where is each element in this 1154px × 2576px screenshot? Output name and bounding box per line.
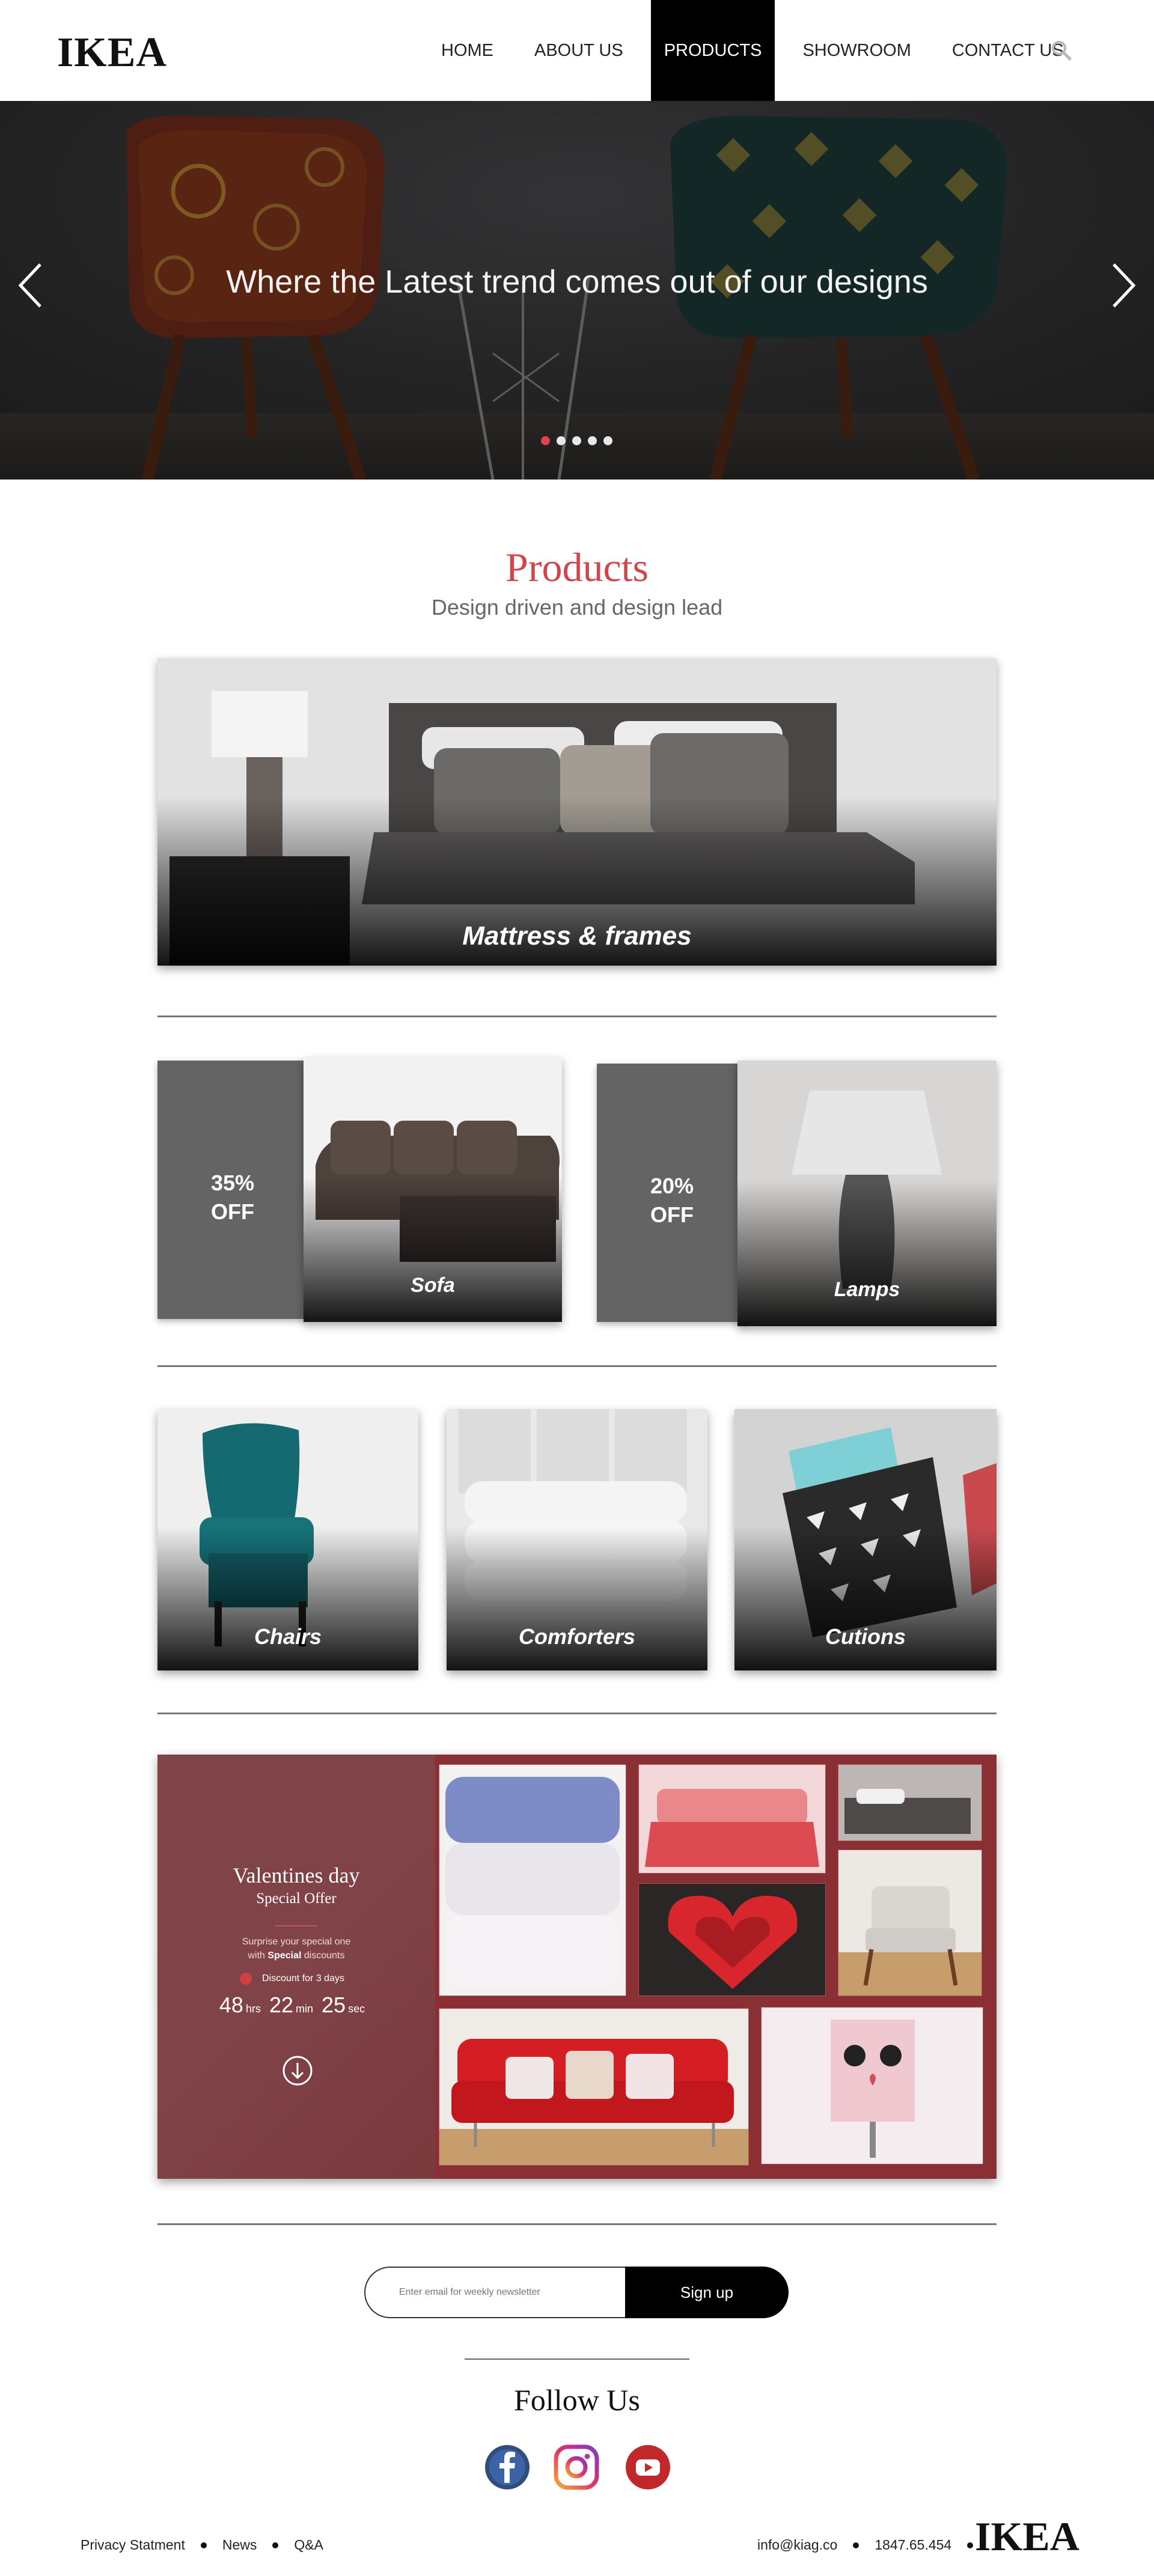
discount-off: OFF	[211, 1199, 254, 1224]
chevron-left-icon[interactable]	[13, 258, 49, 312]
slider-dot[interactable]	[603, 436, 612, 445]
bullet	[853, 2542, 859, 2548]
valentine-offer: Valentines day Special Offer Surprise yo…	[157, 1755, 997, 2179]
discount-note: Discount for 3 days	[262, 1973, 344, 1984]
offer-tile-bed[interactable]	[638, 1764, 826, 1874]
discount-dot-icon	[240, 1973, 252, 1985]
discount-box-lamps: 20% OFF	[597, 1064, 747, 1322]
countdown: 48 hrs 22 min 25 sec	[219, 1993, 365, 2017]
youtube-icon[interactable]	[625, 2444, 671, 2490]
logo[interactable]: IKEA	[57, 29, 167, 77]
divider	[275, 1925, 317, 1926]
valentine-text: with Special discounts	[248, 1950, 345, 1961]
slider-dot[interactable]	[557, 436, 566, 445]
nav-showroom[interactable]: SHOWROOM	[789, 0, 924, 101]
footer-links: Privacy Statment News Q&A	[81, 2537, 323, 2553]
arrow-down-circle-icon[interactable]	[282, 2055, 313, 2086]
offer-tile-comforters[interactable]	[439, 1764, 626, 1996]
mattress-image	[157, 658, 997, 966]
chevron-right-icon[interactable]	[1105, 258, 1141, 312]
card-label: Comforters	[518, 1624, 636, 1649]
slider-dot[interactable]	[588, 436, 597, 445]
facebook-icon[interactable]	[484, 2444, 530, 2490]
bullet	[200, 2542, 207, 2548]
footer-contact: info@kiag.co 1847.65.454	[757, 2537, 989, 2553]
footer-link-news[interactable]: News	[222, 2537, 257, 2553]
divider	[465, 2358, 689, 2360]
slider-dot[interactable]	[541, 436, 550, 445]
nav-home[interactable]: HOME	[428, 0, 507, 101]
hero-title: Where the Latest trend comes out of our …	[226, 264, 928, 300]
instagram-icon[interactable]	[554, 2444, 599, 2490]
site-header: IKEA HOME ABOUT US PRODUCTS SHOWROOM CON…	[0, 0, 1154, 101]
nav-about-us[interactable]: ABOUT US	[521, 0, 637, 101]
divider	[157, 2223, 997, 2225]
card-label: Mattress & frames	[462, 921, 692, 951]
offer-tile-armchair[interactable]	[838, 1850, 982, 1996]
card-label: Chairs	[254, 1624, 322, 1649]
footer-logo[interactable]: IKEA	[975, 2513, 1079, 2560]
footer-email[interactable]: info@kiag.co	[757, 2537, 837, 2553]
valentine-subtitle: Special Offer	[256, 1890, 337, 1907]
section-subtitle: Design driven and design lead	[431, 595, 723, 620]
footer-link-qa[interactable]: Q&A	[294, 2537, 323, 2553]
offer-tile-heart-shelf[interactable]	[638, 1883, 826, 1996]
footer-link-privacy[interactable]: Privacy Statment	[81, 2537, 185, 2553]
bullet	[967, 2542, 974, 2548]
valentine-title: Valentines day	[233, 1863, 360, 1887]
slider-dots	[541, 436, 612, 445]
main-nav: HOME ABOUT US PRODUCTS SHOWROOM CONTACT …	[421, 0, 1084, 101]
divider	[157, 1365, 997, 1367]
countdown-seconds: 25	[322, 1993, 346, 2017]
newsletter-email-input[interactable]	[364, 2267, 626, 2318]
product-card-chairs[interactable]: Chairs	[157, 1409, 418, 1670]
discount-percent: 35%	[210, 1171, 255, 1195]
sign-up-button[interactable]: Sign up	[625, 2267, 789, 2318]
search-icon[interactable]	[1051, 40, 1072, 61]
offer-tile-room[interactable]	[838, 1764, 982, 1841]
offer-tile-lamp[interactable]	[761, 2007, 983, 2164]
product-card-lamps[interactable]: Lamps	[737, 1061, 997, 1326]
card-label: Cutions	[825, 1624, 906, 1649]
discount-box-sofa: 35% OFF	[157, 1061, 308, 1319]
section-title: Products	[505, 544, 649, 590]
countdown-hours: 48	[219, 1993, 243, 2017]
discount-percent: 20%	[650, 1174, 694, 1198]
product-card-cutions[interactable]: Cutions	[734, 1409, 997, 1670]
valentine-text: Surprise your special one	[242, 1937, 351, 1947]
card-label: Sofa	[411, 1274, 455, 1297]
card-label: Lamps	[834, 1278, 900, 1301]
follow-us-title: Follow Us	[514, 2383, 640, 2417]
footer-phone: 1847.65.454	[875, 2537, 952, 2553]
slider-dot[interactable]	[572, 436, 581, 445]
discount-off: OFF	[650, 1202, 694, 1227]
divider	[157, 1713, 997, 1714]
countdown-minutes: 22	[269, 1993, 294, 2017]
bullet	[272, 2542, 279, 2548]
product-card-comforters[interactable]: Comforters	[447, 1409, 707, 1670]
product-card-mattress[interactable]: Mattress & frames	[157, 658, 997, 966]
nav-products[interactable]: PRODUCTS	[650, 0, 775, 101]
divider	[157, 1015, 997, 1017]
hero-slider: Where the Latest trend comes out of our …	[0, 101, 1154, 480]
offer-tile-red-sofa[interactable]	[439, 2008, 749, 2166]
product-card-sofa[interactable]: Sofa	[304, 1058, 562, 1322]
valentine-info: Valentines day Special Offer Surprise yo…	[157, 1755, 435, 2179]
